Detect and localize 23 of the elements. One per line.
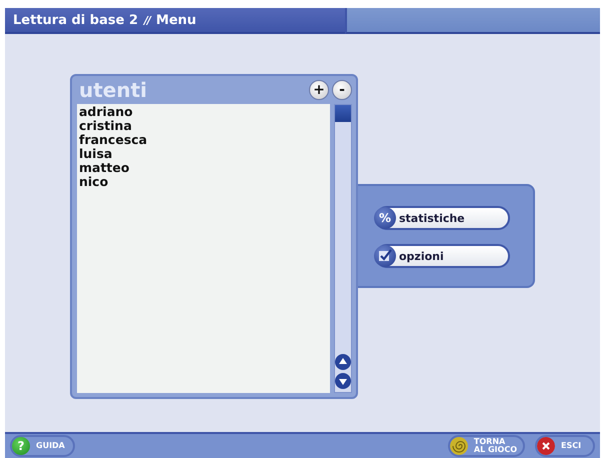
help-icon: ? [12, 437, 30, 455]
user-item[interactable]: adriano [79, 105, 328, 119]
user-item[interactable]: luisa [79, 147, 328, 161]
remove-button[interactable]: - [332, 80, 352, 100]
section-title: Menu [156, 12, 196, 28]
add-button[interactable]: + [309, 80, 329, 100]
user-item[interactable]: nico [79, 175, 328, 189]
checkmark-icon [374, 245, 396, 267]
spiral-icon [450, 437, 468, 455]
user-item[interactable]: francesca [79, 133, 328, 147]
panel-title: utenti [78, 78, 148, 102]
menu-button[interactable]: opzioni [375, 244, 510, 268]
user-item[interactable]: cristina [79, 119, 328, 133]
scroll-down-icon[interactable] [335, 373, 351, 389]
scroll-thumb[interactable] [335, 105, 351, 122]
close-icon [537, 437, 555, 455]
scroll-up-icon[interactable] [335, 354, 351, 370]
scrollbar[interactable] [334, 104, 352, 393]
percent-icon: % [374, 207, 396, 229]
menu-button[interactable]: % statistiche [375, 206, 510, 230]
window-title: Lettura di base 2 [13, 12, 138, 28]
user-item[interactable]: matteo [79, 161, 328, 175]
separator-mark: // [144, 14, 150, 26]
